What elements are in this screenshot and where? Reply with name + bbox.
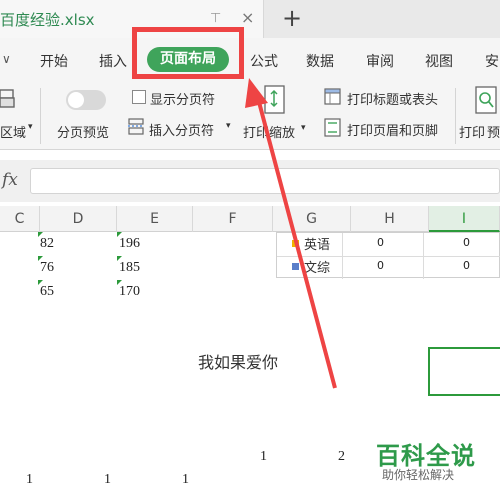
- watermark-subtitle: 助你轻松解决: [382, 468, 455, 482]
- arrow-annotation: [245, 78, 337, 389]
